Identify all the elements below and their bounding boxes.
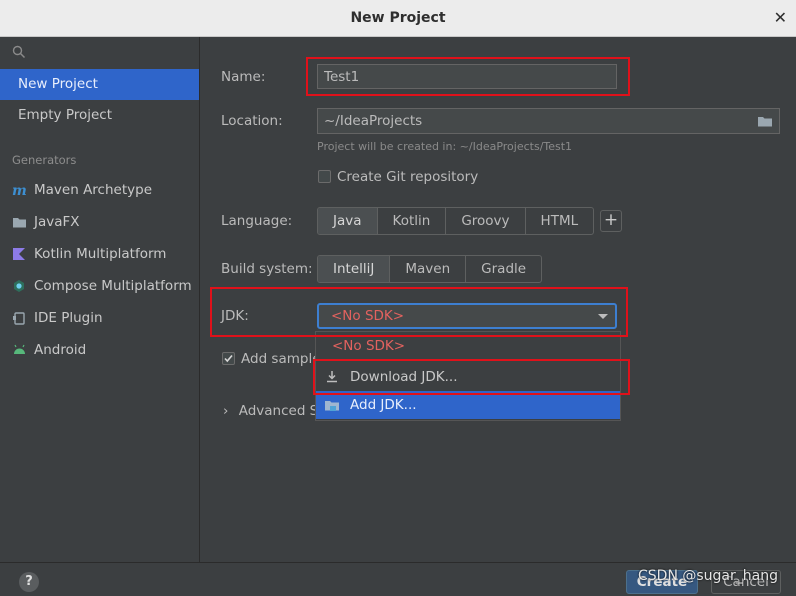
nav-empty-project[interactable]: Empty Project <box>0 100 199 131</box>
name-label: Name: <box>221 69 266 85</box>
generator-javafx[interactable]: JavaFX <box>0 207 199 237</box>
watermark: CSDN @sugar_hang <box>638 568 778 584</box>
generator-compose-multiplatform[interactable]: Compose Multiplatform <box>0 271 199 301</box>
download-jdk-label: Download JDK... <box>350 369 458 385</box>
generators-heading: Generators <box>12 153 77 167</box>
location-value: ~/IdeaProjects <box>324 113 423 129</box>
folder-icon <box>13 218 26 228</box>
jdk-dropdown[interactable]: <No SDK> <box>317 303 617 329</box>
compose-icon <box>14 280 24 292</box>
jdk-option-no-sdk[interactable]: <No SDK> <box>316 332 620 360</box>
chevron-right-icon: › <box>223 403 229 419</box>
android-icon <box>14 344 25 354</box>
title-bar: New Project ✕ <box>0 0 796 37</box>
generator-label: Compose Multiplatform <box>34 278 192 294</box>
build-gradle[interactable]: Gradle <box>466 256 541 282</box>
language-groovy[interactable]: Groovy <box>446 208 526 234</box>
language-html[interactable]: HTML <box>526 208 594 234</box>
generator-ide-plugin[interactable]: IDE Plugin <box>0 303 199 333</box>
close-icon[interactable]: ✕ <box>774 8 787 27</box>
chevron-down-icon <box>598 314 608 319</box>
language-label: Language: <box>221 213 293 229</box>
generator-android[interactable]: Android <box>0 335 199 365</box>
build-intellij[interactable]: IntelliJ <box>318 256 391 282</box>
generator-label: Maven Archetype <box>34 182 152 198</box>
generator-label: Android <box>34 342 87 358</box>
maven-icon: m <box>12 183 27 197</box>
browse-folder-icon[interactable] <box>757 114 773 128</box>
search-icon[interactable] <box>12 45 26 59</box>
language-kotlin[interactable]: Kotlin <box>378 208 447 234</box>
language-selector: Java Kotlin Groovy HTML <box>317 207 595 235</box>
kotlin-icon <box>13 248 25 260</box>
jdk-value: <No SDK> <box>331 308 405 324</box>
advanced-label: Advanced Se <box>238 403 327 419</box>
generator-label: Kotlin Multiplatform <box>34 246 167 262</box>
sample-checkbox[interactable] <box>222 352 235 365</box>
download-icon <box>327 371 337 383</box>
jdk-label: JDK: <box>221 308 249 324</box>
jdk-popup: <No SDK> Download JDK... Add JDK... <box>315 331 621 421</box>
generator-kotlin-multiplatform[interactable]: Kotlin Multiplatform <box>0 239 199 269</box>
location-label: Location: <box>221 113 283 129</box>
git-label: Create Git repository <box>337 169 479 185</box>
build-system-selector: IntelliJ Maven Gradle <box>317 255 543 283</box>
location-hint: Project will be created in: ~/IdeaProjec… <box>317 140 573 153</box>
build-maven[interactable]: Maven <box>390 256 467 282</box>
generator-maven-archetype[interactable]: m Maven Archetype <box>0 175 199 205</box>
language-java[interactable]: Java <box>318 208 378 234</box>
main-panel: Name: Location: ~/IdeaProjects Project w… <box>201 37 796 596</box>
folder-icon <box>325 401 339 411</box>
plugin-icon <box>13 312 25 325</box>
add-language-button[interactable]: + <box>600 210 622 232</box>
advanced-settings-toggle[interactable]: › Advanced Se <box>223 403 327 419</box>
build-system-label: Build system: <box>221 261 313 277</box>
generator-label: JavaFX <box>34 214 80 230</box>
svg-text:m: m <box>12 183 27 197</box>
git-checkbox[interactable] <box>318 170 331 183</box>
name-field[interactable] <box>317 64 617 89</box>
nav-new-project[interactable]: New Project <box>0 69 199 100</box>
sample-label: Add sample <box>241 351 321 367</box>
location-field[interactable]: ~/IdeaProjects <box>317 108 780 134</box>
help-button[interactable]: ? <box>19 572 39 592</box>
generator-label: IDE Plugin <box>34 310 103 326</box>
jdk-option-download[interactable]: Download JDK... <box>316 363 620 391</box>
window-title: New Project <box>350 10 446 26</box>
add-jdk-label: Add JDK... <box>350 397 417 413</box>
sidebar: New Project Empty Project Generators m M… <box>0 37 200 596</box>
checkmark-icon <box>224 354 233 363</box>
jdk-option-add[interactable]: Add JDK... <box>316 391 620 419</box>
